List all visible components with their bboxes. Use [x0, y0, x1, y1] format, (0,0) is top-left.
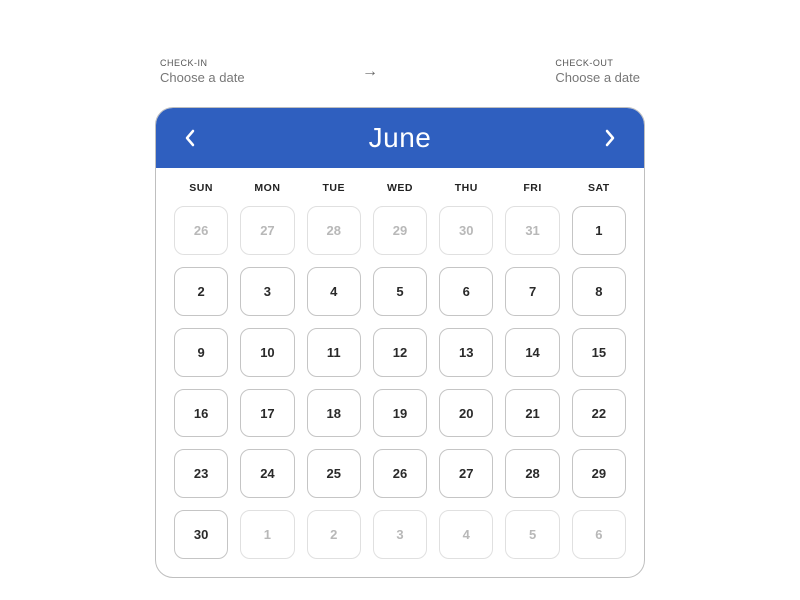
- day-cell[interactable]: 3: [240, 267, 294, 316]
- checkout-field[interactable]: CHECK-OUT Choose a date: [555, 58, 640, 85]
- calendar-header: June: [156, 108, 644, 168]
- day-cell[interactable]: 9: [174, 328, 228, 377]
- day-cell[interactable]: 8: [572, 267, 626, 316]
- checkin-value: Choose a date: [160, 70, 245, 85]
- day-cell[interactable]: 2: [307, 510, 361, 559]
- day-cell[interactable]: 6: [572, 510, 626, 559]
- day-cell[interactable]: 16: [174, 389, 228, 438]
- checkout-value: Choose a date: [555, 70, 640, 85]
- weekday-label: SUN: [174, 182, 228, 194]
- calendar: June SUNMONTUEWEDTHUFRISAT 2627282930311…: [155, 107, 645, 578]
- day-cell[interactable]: 20: [439, 389, 493, 438]
- day-cell[interactable]: 29: [572, 449, 626, 498]
- day-cell[interactable]: 27: [240, 206, 294, 255]
- date-range-selector: CHECK-IN Choose a date → CHECK-OUT Choos…: [160, 58, 640, 85]
- chevron-left-icon: [183, 128, 197, 148]
- day-cell[interactable]: 5: [505, 510, 559, 559]
- weekday-label: SAT: [572, 182, 626, 194]
- day-cell[interactable]: 6: [439, 267, 493, 316]
- checkout-label: CHECK-OUT: [555, 58, 640, 68]
- month-title: June: [369, 122, 432, 154]
- day-cell[interactable]: 1: [572, 206, 626, 255]
- day-cell[interactable]: 4: [439, 510, 493, 559]
- chevron-right-icon: [603, 128, 617, 148]
- days-grid: 2627282930311234567891011121314151617181…: [174, 206, 626, 559]
- weekday-label: THU: [439, 182, 493, 194]
- weekday-row: SUN MON TUE WED THU FRI SAT: [174, 182, 626, 194]
- day-cell[interactable]: 12: [373, 328, 427, 377]
- day-cell[interactable]: 10: [240, 328, 294, 377]
- next-month-button[interactable]: [598, 126, 622, 150]
- day-cell[interactable]: 18: [307, 389, 361, 438]
- day-cell[interactable]: 30: [174, 510, 228, 559]
- day-cell[interactable]: 23: [174, 449, 228, 498]
- day-cell[interactable]: 31: [505, 206, 559, 255]
- day-cell[interactable]: 2: [174, 267, 228, 316]
- day-cell[interactable]: 1: [240, 510, 294, 559]
- day-cell[interactable]: 24: [240, 449, 294, 498]
- day-cell[interactable]: 7: [505, 267, 559, 316]
- weekday-label: MON: [240, 182, 294, 194]
- day-cell[interactable]: 13: [439, 328, 493, 377]
- weekday-label: FRI: [505, 182, 559, 194]
- checkin-label: CHECK-IN: [160, 58, 245, 68]
- day-cell[interactable]: 4: [307, 267, 361, 316]
- day-cell[interactable]: 26: [174, 206, 228, 255]
- day-cell[interactable]: 11: [307, 328, 361, 377]
- day-cell[interactable]: 21: [505, 389, 559, 438]
- day-cell[interactable]: 27: [439, 449, 493, 498]
- day-cell[interactable]: 19: [373, 389, 427, 438]
- day-cell[interactable]: 26: [373, 449, 427, 498]
- day-cell[interactable]: 28: [505, 449, 559, 498]
- day-cell[interactable]: 28: [307, 206, 361, 255]
- day-cell[interactable]: 14: [505, 328, 559, 377]
- checkin-field[interactable]: CHECK-IN Choose a date: [160, 58, 245, 85]
- day-cell[interactable]: 29: [373, 206, 427, 255]
- arrow-right-icon: →: [362, 63, 378, 81]
- calendar-body: SUNMONTUEWEDTHUFRISAT 262728293031123456…: [156, 168, 644, 577]
- day-cell[interactable]: 5: [373, 267, 427, 316]
- day-cell[interactable]: 17: [240, 389, 294, 438]
- day-cell[interactable]: 25: [307, 449, 361, 498]
- weekday-label: WED: [373, 182, 427, 194]
- day-cell[interactable]: 15: [572, 328, 626, 377]
- day-cell[interactable]: 30: [439, 206, 493, 255]
- prev-month-button[interactable]: [178, 126, 202, 150]
- day-cell[interactable]: 22: [572, 389, 626, 438]
- weekday-label: TUE: [307, 182, 361, 194]
- day-cell[interactable]: 3: [373, 510, 427, 559]
